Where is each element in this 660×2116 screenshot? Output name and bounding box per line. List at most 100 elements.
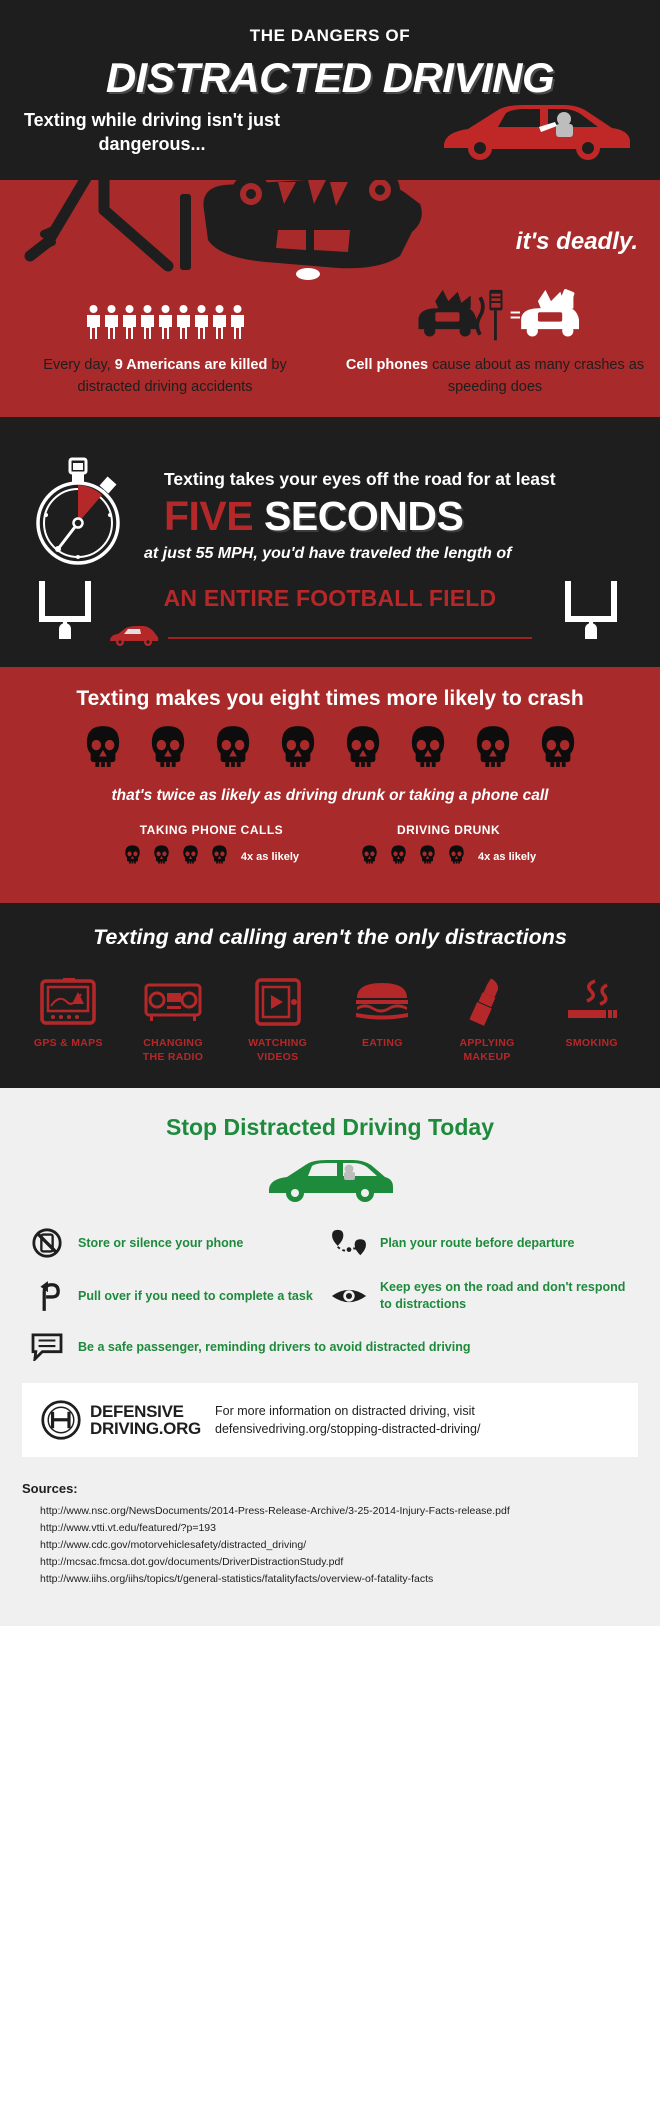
burger-icon: [330, 976, 435, 1028]
skull-icon-small: [153, 845, 170, 869]
comparison-note: 4x as likely: [240, 851, 299, 863]
deadly-section: it's deadly. Every day, 9 Americans are …: [0, 180, 660, 417]
tip-pull-over: Pull over if you need to complete a task: [28, 1279, 330, 1313]
stat-nine-text: Every day, 9 Americans are killed by dis…: [43, 357, 287, 396]
person-icon: [158, 305, 173, 344]
person-icon: [194, 305, 209, 344]
distraction-eating: EATING: [330, 976, 435, 1064]
five-line-1: Texting takes your eyes off the road for…: [164, 469, 556, 489]
distraction-label: WATCHING VIDEOS: [248, 1037, 308, 1064]
skull-row-small: [361, 845, 465, 869]
skull-icon: [409, 725, 447, 773]
comparison-title: TAKING PHONE CALLS: [139, 823, 284, 837]
gps-map-icon: [16, 976, 121, 1028]
stat-cellphone-crashes: = Cell phones cause about as many crashe…: [330, 288, 660, 399]
stat-nine-americans: Every day, 9 Americans are killed by dis…: [0, 288, 330, 399]
source-item[interactable]: http://www.cdc.gov/motorvehiclesafety/di…: [22, 1537, 638, 1554]
cigarette-icon: [539, 976, 644, 1028]
skull-icon: [214, 725, 252, 773]
distraction-videos: WATCHING VIDEOS: [225, 976, 330, 1064]
source-item[interactable]: http://mcsac.fmcsa.dot.gov/documents/Dri…: [22, 1554, 638, 1571]
comparison-row: TAKING PHONE CALLS 4x as likely DRIVING …: [0, 823, 660, 869]
person-icon: [86, 305, 101, 344]
skulls-headline: Texting makes you eight times more likel…: [76, 687, 584, 710]
cellphone-crash-equals-speeding-icon: =: [344, 288, 646, 344]
cta-card[interactable]: DEFENSIVE DRIVING.ORG For more informati…: [22, 1383, 638, 1457]
comparison-title: DRIVING DRUNK: [396, 823, 501, 837]
hero-kicker: THE DANGERS OF: [249, 26, 411, 45]
tip-text: Store or silence your phone: [78, 1235, 244, 1250]
hero-subtitle: Texting while driving isn't just dangero…: [24, 110, 280, 155]
skull-row-main: [0, 725, 660, 773]
nine-people-icon: [14, 288, 316, 344]
road-line: [168, 637, 532, 639]
tablet-video-icon: [225, 976, 330, 1028]
distraction-label: EATING: [362, 1037, 403, 1049]
source-item[interactable]: http://www.nsc.org/NewsDocuments/2014-Pr…: [22, 1503, 638, 1520]
skull-row-small: [124, 845, 228, 869]
stat-cellphone-text: Cell phones cause about as many crashes …: [345, 357, 645, 396]
tip-store-or-silence-phone: Store or silence your phone: [28, 1227, 330, 1259]
tip-row-1: Store or silence your phone Plan your ro…: [28, 1227, 632, 1259]
skull-icon: [474, 725, 512, 773]
skulls-subline: that's twice as likely as driving drunk …: [111, 787, 549, 804]
person-icon: [212, 305, 227, 344]
skull-icon-small: [390, 845, 407, 869]
skull-icon: [344, 725, 382, 773]
sources-block: Sources: http://www.nsc.org/NewsDocument…: [0, 1477, 660, 1608]
svg-text:=: =: [510, 305, 521, 326]
person-icon: [176, 305, 191, 344]
stopwatch-icon: [32, 457, 124, 567]
comparison-note: 4x as likely: [478, 851, 537, 863]
football-field-title: AN ENTIRE FOOTBALL FIELD: [163, 585, 497, 611]
skull-icon: [84, 725, 122, 773]
speech-bubble-icon: [28, 1333, 66, 1361]
comparison-driving-drunk: DRIVING DRUNK 4x as likely: [361, 823, 536, 869]
tip-text: Pull over if you need to complete a task: [78, 1288, 313, 1303]
person-icon: [230, 305, 245, 344]
seconds-word: SECONDS: [264, 493, 464, 539]
skull-icon-small: [419, 845, 436, 869]
cta-brand: DEFENSIVE DRIVING.ORG: [90, 1403, 201, 1437]
comparison-phone-calls: TAKING PHONE CALLS 4x as likely: [124, 823, 299, 869]
defensive-driving-logo-icon: DEFENSIVE DRIVING.ORG: [40, 1399, 201, 1441]
person-icon: [140, 305, 155, 344]
small-red-car-icon: [108, 625, 160, 647]
football-field-row: AN ENTIRE FOOTBALL FIELD: [0, 577, 660, 667]
skull-icon-small: [361, 845, 378, 869]
distraction-makeup: APPLYING MAKEUP: [435, 976, 540, 1064]
distractions-grid: GPS & MAPS CHANGING THE RADIO WATCHING V…: [0, 976, 660, 1064]
stop-distracted-driving-section: Stop Distracted Driving Today Store or s…: [0, 1088, 660, 1626]
distraction-smoking: SMOKING: [539, 976, 644, 1064]
route-pin-icon: [330, 1227, 368, 1259]
red-car-driver-icon: [436, 96, 636, 166]
tip-text: Plan your route before departure: [380, 1235, 575, 1250]
tip-text: Keep eyes on the road and don't respond …: [380, 1280, 626, 1311]
distraction-label: CHANGING THE RADIO: [142, 1037, 204, 1064]
goalpost-icon-right: [564, 577, 622, 645]
distraction-gps-maps: GPS & MAPS: [16, 976, 121, 1064]
distractions-section: Texting and calling aren't the only dist…: [0, 903, 660, 1088]
distraction-label: SMOKING: [565, 1037, 618, 1049]
skull-icon-small: [124, 845, 141, 869]
source-item[interactable]: http://www.iihs.org/iihs/topics/t/genera…: [22, 1571, 638, 1588]
green-car-icon: [0, 1155, 660, 1205]
five-seconds-headline: FIVE SECONDS: [164, 493, 646, 540]
stop-headline: Stop Distracted Driving Today: [165, 1114, 494, 1140]
five-word: FIVE: [164, 493, 254, 539]
source-item[interactable]: http://www.vtti.vt.edu/featured/?p=193: [22, 1520, 638, 1537]
distraction-label: GPS & MAPS: [33, 1037, 103, 1049]
distraction-radio: CHANGING THE RADIO: [121, 976, 226, 1064]
person-icon: [104, 305, 119, 344]
infographic-page: THE DANGERS OF DISTRACTED DRIVING Textin…: [0, 0, 660, 2116]
skull-icon: [149, 725, 187, 773]
skulls-section: Texting makes you eight times more likel…: [0, 667, 660, 903]
overturned-car-crash-icon: [8, 180, 448, 288]
tip-plan-your-route: Plan your route before departure: [330, 1227, 632, 1259]
eye-icon: [330, 1284, 368, 1308]
tip-text: Be a safe passenger, reminding drivers t…: [78, 1339, 471, 1354]
skull-icon-small: [182, 845, 199, 869]
cta-brand-line2: DRIVING.ORG: [90, 1419, 201, 1438]
five-seconds-section: Texting takes your eyes off the road for…: [0, 417, 660, 667]
tip-keep-eyes-on-road: Keep eyes on the road and don't respond …: [330, 1279, 632, 1313]
